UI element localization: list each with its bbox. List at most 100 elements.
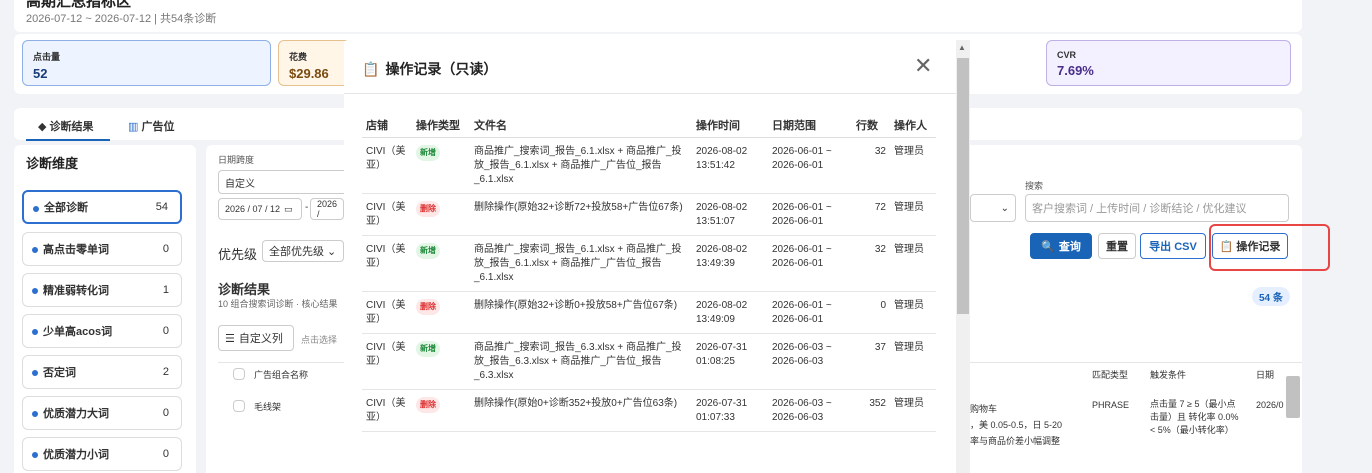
operator-cell: 管理员	[890, 291, 936, 334]
row-count-cell: 352	[852, 389, 890, 432]
date-range-cell: 2026-06-01 ~ 2026-06-01	[768, 193, 852, 236]
table-header-row: 店铺 操作类型 文件名 操作时间 日期范围 行数 操作人	[362, 113, 936, 138]
table-row: CIVI（美亚） 删除 删除操作(原始32+诊断72+投放58+广告位67条) 202…	[362, 193, 936, 236]
store-cell: CIVI（美亚）	[362, 193, 412, 236]
row-group-name: 毛线架	[254, 402, 282, 412]
operation-log-table: 店铺 操作类型 文件名 操作时间 日期范围 行数 操作人 CIVI（美亚） 新增商…	[362, 113, 936, 432]
page-subtitle: 2026-07-12 ~ 2026-07-12 | 共54条诊断	[26, 13, 217, 25]
diamond-icon: ◆	[38, 121, 50, 133]
sidebar-item-label: 高点击零单词	[43, 244, 109, 256]
op-type-cell: 删除	[412, 389, 470, 432]
sidebar-item-potential-small[interactable]: 优质潜力小词 0	[22, 437, 182, 471]
operator-cell: 管理员	[890, 235, 936, 292]
sidebar-item-potential-big[interactable]: 优质潜力大词 0	[22, 396, 182, 430]
sidebar-item-label: 少单高acos词	[43, 326, 113, 338]
priority-value: 全部优先级	[269, 246, 324, 258]
sidebar-item-count: 1	[162, 284, 169, 296]
sidebar-item-high-click-zero-order[interactable]: 高点击零单词 0	[22, 232, 182, 266]
custom-columns-label: 自定义列	[238, 333, 283, 345]
search-icon: 🔍	[1041, 240, 1055, 253]
date-range-label: 日期跨度	[218, 155, 255, 165]
sidebar-item-label: 全部诊断	[44, 202, 88, 214]
kpi-cvr: CVR 7.69%	[1046, 40, 1291, 86]
date-separator: -	[305, 202, 309, 213]
col-operator: 操作人	[890, 113, 936, 138]
op-type-cell: 删除	[412, 193, 470, 236]
reset-button[interactable]: 重置	[1098, 233, 1136, 259]
store-cell: CIVI（美亚）	[362, 235, 412, 292]
date-range-cell: 2026-06-01 ~ 2026-06-01	[768, 137, 852, 194]
scroll-up-icon[interactable]: ▲	[958, 43, 966, 52]
op-type-badge: 新增	[416, 340, 440, 357]
kpi-value: 7.69%	[1057, 63, 1094, 78]
close-icon[interactable]: ✕	[914, 55, 932, 77]
operator-cell: 管理员	[890, 333, 936, 390]
op-type-cell: 新增	[412, 333, 470, 390]
col-store: 店铺	[362, 113, 412, 138]
date-range-cell: 2026-06-03 ~ 2026-06-03	[768, 333, 852, 390]
sidebar-item-all[interactable]: 全部诊断 54	[22, 190, 182, 224]
table-scrollbar[interactable]	[1286, 376, 1300, 418]
tab-placement[interactable]: ▥ 广告位	[128, 118, 174, 134]
search-input[interactable]: 客户搜索词 / 上传时间 / 诊断结论 / 优化建议	[1025, 194, 1289, 222]
col-filename: 文件名	[470, 113, 692, 138]
table-row: CIVI（美亚） 新增 商品推广_搜索词_报告_6.1.xlsx + 商品推广_投放…	[362, 235, 936, 292]
operator-cell: 管理员	[890, 137, 936, 194]
op-type-badge: 删除	[416, 298, 440, 315]
row-count-cell: 72	[852, 193, 890, 236]
table-row: CIVI（美亚） 新增 商品推广_搜索词_报告_6.1.xlsx + 商品推广_投放…	[362, 137, 936, 194]
sidebar-item-label: 优质潜力小词	[43, 449, 109, 461]
tab-label: 诊断结果	[49, 121, 94, 133]
table-row: CIVI（美亚） 新增 商品推广_搜索词_报告_6.3.xlsx + 商品推广_投放…	[362, 333, 936, 390]
modal-divider	[344, 93, 956, 94]
op-type-badge: 新增	[416, 144, 440, 161]
search-label: 搜索	[1025, 181, 1044, 191]
kpi-label: 花费	[289, 52, 308, 62]
date-range-cell: 2026-06-01 ~ 2026-06-01	[768, 291, 852, 334]
date-end-input[interactable]: 2026 /	[310, 198, 344, 220]
date-mode-select[interactable]: 自定义	[218, 170, 348, 194]
op-time-cell: 2026-08-02 13:51:42	[692, 137, 768, 194]
row-count-cell: 32	[852, 235, 890, 292]
filter-select[interactable]: ⌄	[970, 194, 1016, 222]
sidebar-item-count: 54	[155, 201, 168, 213]
priority-select[interactable]: 全部优先级 ⌄	[262, 240, 344, 262]
sidebar-item-negative[interactable]: 否定词 2	[22, 355, 182, 389]
op-type-badge: 删除	[416, 200, 440, 217]
date-start-input[interactable]: 2026 / 07 / 12 ▭	[218, 198, 302, 220]
op-type-cell: 新增	[412, 137, 470, 194]
operator-cell: 管理员	[890, 193, 936, 236]
sidebar-item-label: 否定词	[43, 367, 76, 379]
chart-icon: ▥	[128, 121, 142, 133]
custom-columns-button[interactable]: ☰ 自定义列	[218, 325, 294, 351]
op-time-cell: 2026-08-02 13:51:07	[692, 193, 768, 236]
kpi-label: 点击量	[33, 52, 61, 62]
tab-diagnosis[interactable]: ◆ 诊断结果	[38, 118, 94, 134]
query-button[interactable]: 🔍 查询	[1030, 233, 1092, 259]
filename-cell: 删除操作(原始32+诊断72+投放58+广告位67条)	[470, 193, 692, 236]
col-op-type: 操作类型	[412, 113, 470, 138]
sidebar-item-weak-conversion[interactable]: 精准弱转化词 1	[22, 273, 182, 307]
modal-title-text: 操作记录（只读）	[385, 61, 498, 77]
row-suggestion-a: 购物车	[970, 404, 998, 414]
row-trigger: 点击量 7 ≥ 5（最小点击量）且 转化率 0.0% < 5%（最小转化率）	[1150, 399, 1239, 435]
col-date: 日期	[1256, 370, 1275, 380]
select-all-checkbox[interactable]	[233, 368, 245, 380]
export-csv-button[interactable]: 导出 CSV	[1140, 233, 1206, 259]
col-rows: 行数	[852, 113, 890, 138]
priority-label: 优先级	[218, 247, 258, 262]
sidebar-title: 诊断维度	[26, 156, 79, 171]
results-subtitle: 10 组合搜索词诊断 · 核心结果	[218, 299, 338, 309]
row-checkbox[interactable]	[233, 400, 245, 412]
op-time-cell: 2026-07-31 01:07:33	[692, 389, 768, 432]
result-count-badge: 54 条	[1252, 287, 1290, 306]
row-suggestion-b: ，美 0.05-0.5，日 5-20	[970, 420, 1063, 430]
results-title: 诊断结果	[218, 282, 271, 297]
filename-cell: 商品推广_搜索词_报告_6.3.xlsx + 商品推广_投放_报告_6.3.xl…	[470, 333, 692, 390]
list-icon: ☰	[225, 332, 235, 345]
op-time-cell: 2026-07-31 01:08:25	[692, 333, 768, 390]
sidebar-item-count: 0	[162, 325, 169, 337]
sidebar-item-count: 2	[162, 366, 169, 378]
modal-scrollbar-thumb[interactable]	[957, 58, 969, 314]
sidebar-item-high-acos[interactable]: 少单高acos词 0	[22, 314, 182, 348]
